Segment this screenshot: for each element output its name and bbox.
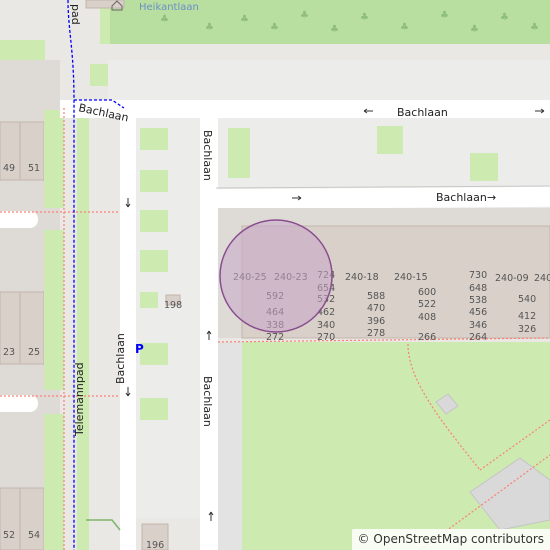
svg-text:♣: ♣ [360, 12, 369, 23]
attribution: © OpenStreetMap contributors [351, 529, 550, 550]
svg-text:198: 198 [164, 300, 182, 311]
grass-square-top [90, 64, 108, 86]
svg-text:240-09: 240-09 [495, 273, 529, 284]
street-label-bachlaan-vertical-upper: Bachlaan [201, 130, 214, 181]
svg-text:240-15: 240-15 [394, 272, 428, 283]
svg-text:346: 346 [469, 320, 487, 331]
svg-text:♣: ♣ [300, 10, 309, 21]
svg-text:522: 522 [418, 299, 436, 310]
copyright-symbol: © [357, 532, 370, 546]
svg-text:♣: ♣ [470, 24, 479, 35]
building-heikantlaan [85, 0, 125, 9]
svg-text:600: 600 [418, 287, 436, 298]
svg-text:♣: ♣ [330, 24, 339, 35]
street-label-bachlaan-mid: Bachlaan [436, 191, 487, 204]
poi-label-heikantlaan[interactable]: Heikantlaan [139, 2, 199, 13]
svg-text:266: 266 [418, 332, 436, 343]
street-arrow-mid: → [487, 191, 496, 204]
street-label-bachlaan-vertical-left: Bachlaan [114, 333, 127, 384]
service-area-top [108, 60, 550, 100]
street-label-pad: pad [69, 4, 82, 25]
svg-text:412: 412 [518, 311, 536, 322]
svg-text:52: 52 [3, 530, 15, 541]
park-bottom-edge [218, 342, 242, 550]
road-bachlaan-vertical-left[interactable] [120, 100, 136, 550]
svg-text:51: 51 [28, 163, 40, 174]
svg-text:538: 538 [469, 295, 487, 306]
svg-text:240-18: 240-18 [345, 272, 379, 283]
svg-text:264: 264 [469, 332, 487, 343]
svg-text:54: 54 [28, 530, 40, 541]
svg-text:730: 730 [469, 270, 487, 281]
svg-text:272: 272 [266, 332, 284, 343]
svg-text:25: 25 [28, 347, 40, 358]
svg-text:♣: ♣ [205, 22, 214, 33]
street-label-bachlaan-vertical-lower: Bachlaan [201, 376, 214, 427]
svg-text:470: 470 [367, 303, 385, 314]
svg-text:♣: ♣ [440, 10, 449, 21]
street-label-telemannpad: Telemannpad [73, 362, 86, 437]
svg-text:648: 648 [469, 283, 487, 294]
svg-text:270: 270 [317, 332, 335, 343]
svg-text:396: 396 [367, 316, 385, 327]
svg-text:23: 23 [3, 347, 15, 358]
svg-text:340: 340 [317, 320, 335, 331]
parking-icon: P [135, 342, 144, 356]
grass-corner-top-left [0, 40, 45, 62]
svg-text:540: 540 [518, 294, 536, 305]
attribution-link[interactable]: OpenStreetMap contributors [373, 532, 544, 546]
svg-text:♣: ♣ [160, 14, 169, 25]
street-label-bachlaan-top: Bachlaan [397, 106, 448, 119]
svg-text:♣: ♣ [400, 22, 409, 33]
svg-text:49: 49 [3, 163, 15, 174]
svg-text:326: 326 [518, 324, 536, 335]
svg-text:456: 456 [469, 307, 487, 318]
svg-text:♣: ♣ [270, 22, 279, 33]
svg-text:588: 588 [367, 291, 385, 302]
svg-text:♣: ♣ [530, 22, 539, 33]
svg-text:196: 196 [146, 540, 164, 550]
svg-text:278: 278 [367, 328, 385, 339]
road-bachlaan-mid[interactable] [201, 186, 550, 210]
svg-text:240: 240 [534, 273, 550, 284]
location-marker-circle[interactable] [219, 219, 333, 333]
svg-text:♣: ♣ [500, 12, 509, 23]
svg-text:408: 408 [418, 312, 436, 323]
map-canvas[interactable]: ♣ ♣ ♣ ♣ ♣ ♣ ♣ ♣ ♣ ♣ ♣ ♣ Bachlaan Bachlaan Bach… [0, 0, 550, 550]
svg-text:♣: ♣ [240, 14, 249, 25]
